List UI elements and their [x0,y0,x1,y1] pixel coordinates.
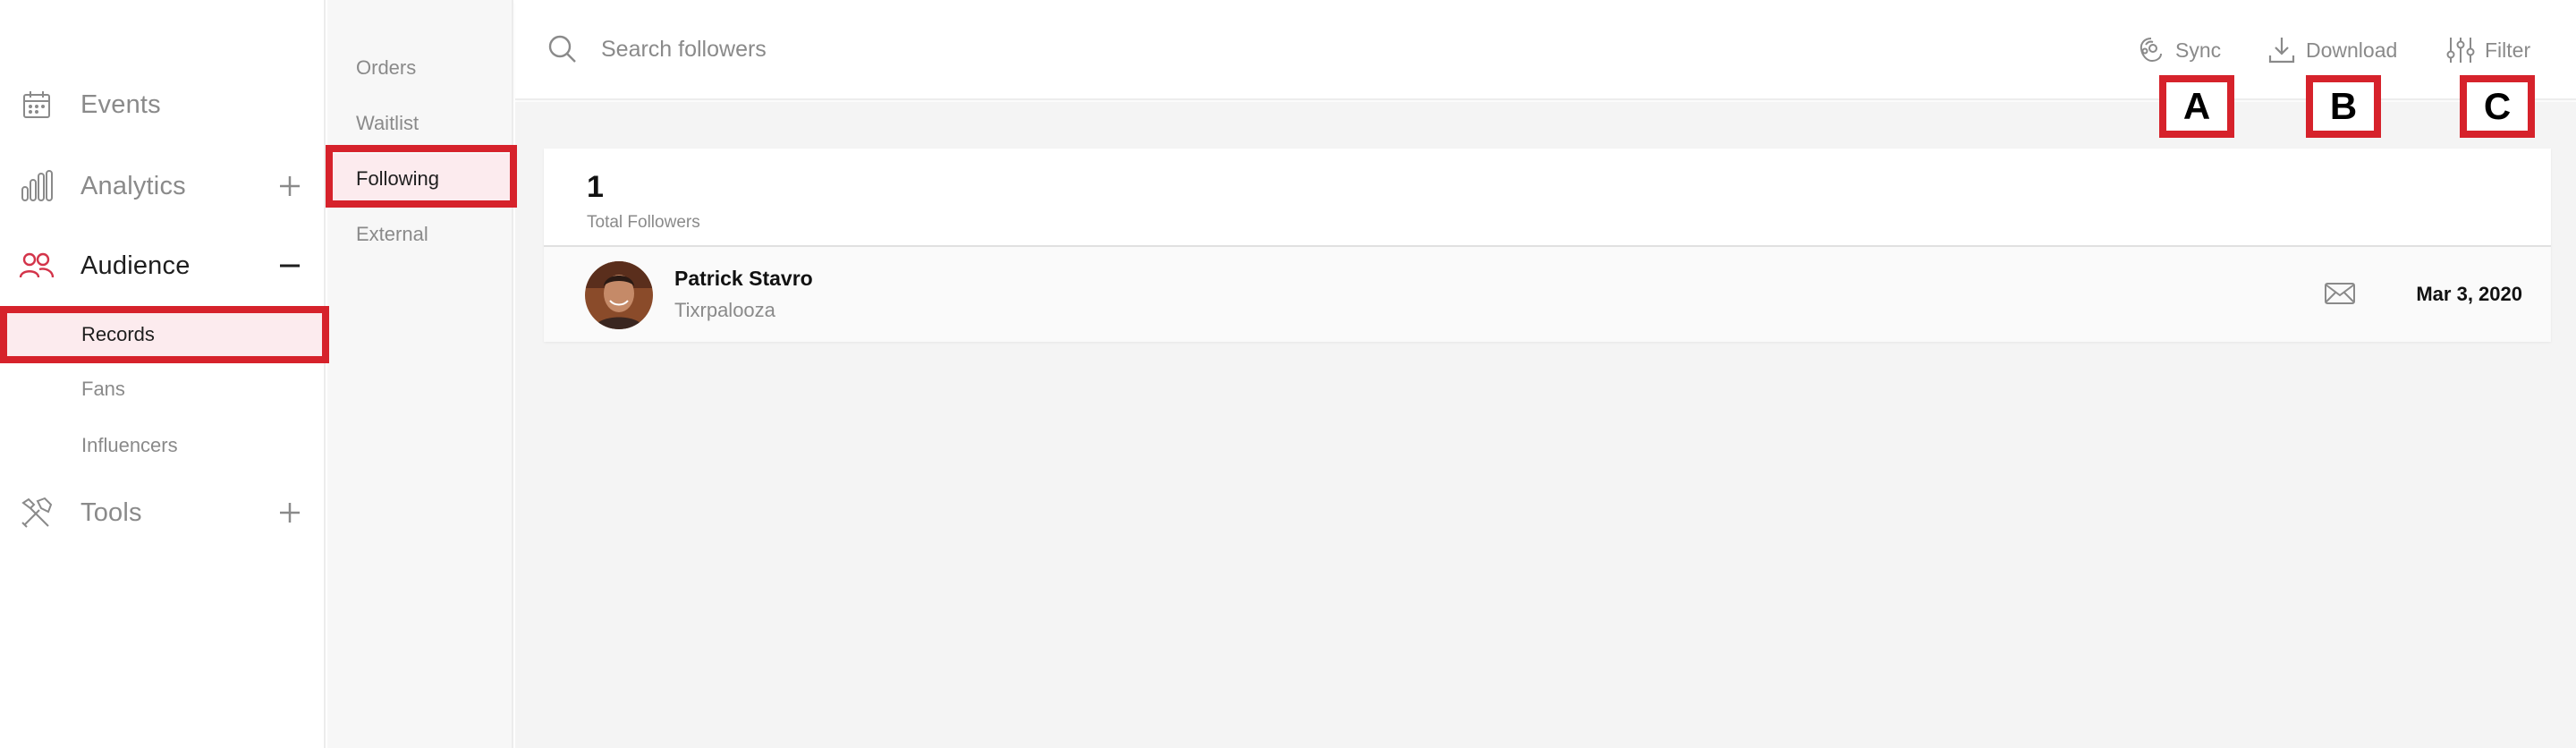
calendar-icon [19,87,55,123]
subnav-item-waitlist[interactable]: Waitlist [327,98,513,149]
search-icon [547,34,578,64]
subnav-item-orders[interactable]: Orders [327,43,513,93]
followers-card: 1 Total Followers Patrick Stavro Tixrpal… [544,149,2551,342]
subnav-item-external[interactable]: External [327,209,513,259]
sync-label: Sync [2175,38,2222,62]
sidebar-item-label: Audience [80,251,191,280]
marker-b: B [2306,75,2381,138]
subnav-item-label: External [356,223,428,245]
sidebar-item-tools[interactable]: Tools [0,486,326,540]
sidebar-item-label: Fans [81,378,125,400]
top-bar: Sync Download Filter [515,0,2576,100]
plus-icon[interactable] [275,172,304,200]
sidebar-item-label: Influencers [81,434,178,456]
mail-icon[interactable] [2324,281,2360,308]
filter-button[interactable]: Filter [2445,30,2530,70]
sync-button[interactable]: Sync [2136,30,2221,70]
download-label: Download [2306,38,2398,62]
sidebar-item-fans[interactable]: Fans [0,364,326,414]
users-icon [19,248,55,284]
records-subnav: Orders Waitlist Following External [327,0,513,748]
subnav-item-following[interactable]: Following [327,154,513,204]
filter-label: Filter [2485,38,2531,62]
download-icon [2267,35,2297,65]
plus-icon[interactable] [275,498,304,527]
subnav-item-label: Following [356,167,439,190]
marker-c: C [2460,75,2535,138]
bar-chart-icon [19,168,55,204]
avatar [585,261,653,329]
follower-event: Tixrpalooza [674,299,775,321]
minus-icon[interactable] [275,251,304,280]
total-followers-count: 1 [587,170,604,204]
follow-date: Mar 3, 2020 [2416,283,2522,305]
subnav-item-label: Orders [356,56,417,79]
main-content: 1 Total Followers Patrick Stavro Tixrpal… [515,102,2576,748]
sidebar-item-events[interactable]: Events [0,78,326,132]
subnav-item-label: Waitlist [356,112,419,134]
mailchimp-icon [2136,35,2166,65]
sidebar-item-label: Tools [80,497,142,527]
follower-name: Patrick Stavro [674,267,813,290]
sidebar-item-label: Analytics [80,171,186,200]
filter-sliders-icon [2445,35,2476,65]
sidebar-item-influencers[interactable]: Influencers [0,421,326,471]
sidebar-item-label: Events [80,89,161,119]
download-button[interactable]: Download [2267,30,2397,70]
sidebar-item-records[interactable]: Records [0,310,326,360]
search-input[interactable] [601,30,1406,68]
followers-summary: 1 Total Followers [544,149,2551,247]
total-followers-label: Total Followers [587,213,700,232]
sidebar-item-analytics[interactable]: Analytics [0,159,326,213]
follower-row[interactable]: Patrick Stavro Tixrpalooza Mar 3, 2020 [544,247,2551,342]
marker-a: A [2159,75,2234,138]
tools-icon [19,495,55,531]
sidebar-item-audience[interactable]: Audience [0,239,326,293]
sidebar: Events Analytics Audience Records Fans I… [0,0,326,748]
sidebar-item-label: Records [81,323,155,345]
